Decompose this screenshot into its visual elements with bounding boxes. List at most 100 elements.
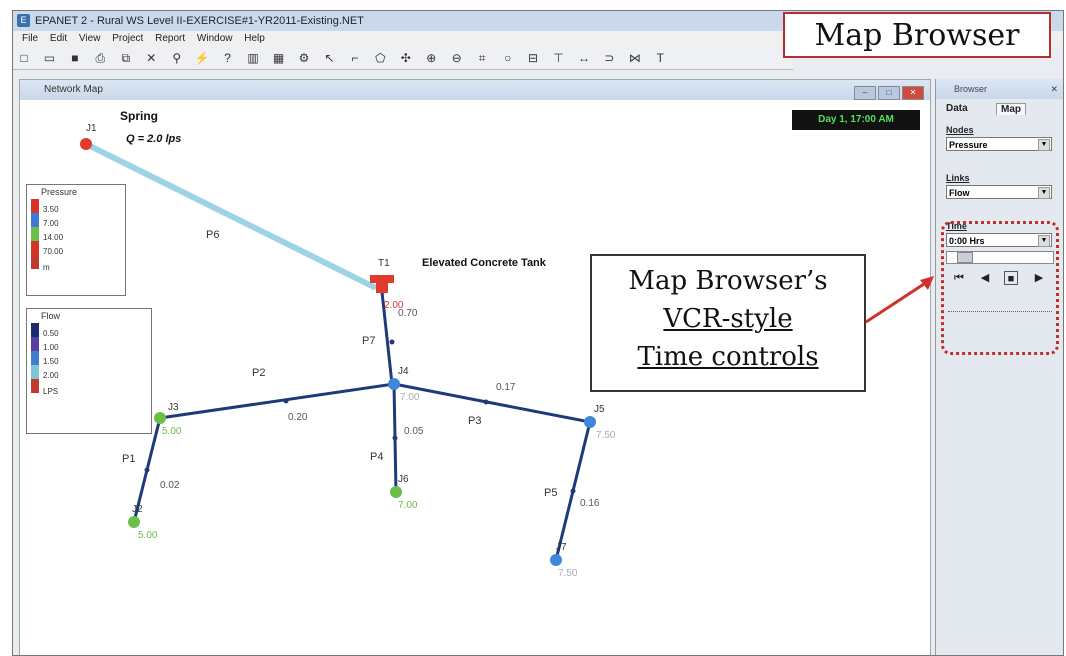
save-icon[interactable]: ■ [67,50,83,66]
node-j1[interactable] [80,138,92,150]
link-value-label: 0.17 [496,382,516,393]
callout-line: VCR-style [663,304,793,334]
pipe-p2[interactable] [159,382,395,420]
legend-value: 70.00 [43,247,64,256]
node-id-label: J3 [168,402,179,413]
graph-icon[interactable]: ▥ [245,50,261,66]
node-j4[interactable] [388,378,400,390]
menu-project[interactable]: Project [112,31,143,47]
table-icon[interactable]: ▦ [271,50,287,66]
legend-value: 0.50 [43,329,59,338]
node-j5[interactable] [584,416,596,428]
link-value-label: 0.16 [580,498,600,509]
chevron-down-icon[interactable]: ▼ [1038,187,1050,199]
print-icon[interactable]: ⎙ [92,50,108,66]
pipe-p6[interactable] [84,141,378,291]
legend-swatch [31,379,39,393]
close-icon[interactable]: ✕ [1050,79,1058,99]
link-value-label: 0.02 [160,480,180,491]
node-id-label: J7 [556,542,567,553]
pressure-legend-title: Pressure [41,187,78,197]
links-select-value: Flow [949,188,970,198]
node-j7[interactable] [550,554,562,566]
node-j6[interactable] [390,486,402,498]
callout-arrow [865,276,934,324]
node-id-label: J2 [132,504,143,515]
flow-arrow-icon [144,467,150,473]
options-icon[interactable]: ⚙ [296,50,312,66]
run-icon[interactable]: ⚡ [194,50,210,66]
find-icon[interactable]: ⚲ [169,50,185,66]
tank-label: Elevated Concrete Tank [422,257,547,269]
valve-icon[interactable]: ⋈ [627,50,643,66]
link-id-label: P6 [206,229,219,241]
nodes-select-value: Pressure [949,140,988,150]
zoom-out-icon[interactable]: ⊖ [449,50,465,66]
browser-titlebar: Browser ✕ [936,79,1063,99]
link-id-label: P2 [252,367,265,379]
pipe-p3[interactable] [393,382,591,424]
node-id-label: J4 [398,366,409,377]
reservoir-icon[interactable]: ⊟ [525,50,541,66]
node-j2[interactable] [128,516,140,528]
pan-icon[interactable]: ✣ [398,50,414,66]
node-id-label: J6 [398,474,409,485]
menu-help[interactable]: Help [244,31,265,47]
legend-swatch [31,351,39,365]
menu-view[interactable]: View [79,31,101,47]
region-icon[interactable]: ⬠ [372,50,388,66]
minimize-icon[interactable]: – [854,86,876,100]
select-icon[interactable]: ↖ [321,50,337,66]
node-value-label: 7.00 [400,392,420,403]
flow-arrow-icon [570,488,576,494]
label-icon[interactable]: T [652,50,668,66]
delete-icon[interactable]: ✕ [143,50,159,66]
legend-swatch [31,323,39,337]
toolbar: □ ▭ ■ ⎙ ⧉ ✕ ⚲ ⚡ ? ▥ ▦ ⚙ ↖ ⌐ ⬠ ✣ ⊕ ⊖ ⌗ ○ … [13,47,793,70]
legend-swatch [31,365,39,379]
node-id-label: T1 [378,258,390,269]
legend-unit: LPS [43,387,59,396]
copy-icon[interactable]: ⧉ [118,50,134,66]
pipe-icon[interactable]: ↔ [576,50,592,66]
menu-window[interactable]: Window [197,31,233,47]
open-icon[interactable]: ▭ [41,50,57,66]
vertex-icon[interactable]: ⌐ [347,50,363,66]
close-icon[interactable]: ✕ [902,86,924,100]
legend-swatch [31,241,39,255]
tank-t1-base [376,283,388,293]
tab-data[interactable]: Data [946,103,968,114]
link-value-label: 0.70 [398,308,418,319]
links-select[interactable]: Flow ▼ [946,185,1052,199]
zoom-in-icon[interactable]: ⊕ [423,50,439,66]
links-label: Links [946,173,970,183]
query-icon[interactable]: ? [220,50,236,66]
nodes-select[interactable]: Pressure ▼ [946,137,1052,151]
node-value-label: 7.50 [558,568,578,579]
new-icon[interactable]: □ [16,50,32,66]
flow-legend[interactable]: Flow 0.50 1.00 1.50 2.00 LPS [26,308,152,434]
pump-icon[interactable]: ⊃ [601,50,617,66]
tab-map[interactable]: Map [996,103,1026,115]
legend-swatch [31,213,39,227]
menu-file[interactable]: File [22,31,38,47]
link-id-label: P1 [122,453,135,465]
tank-t1-icon[interactable] [370,275,394,283]
full-extent-icon[interactable]: ⌗ [474,50,490,66]
tank-icon[interactable]: ⊤ [551,50,567,66]
node-j3[interactable] [154,412,166,424]
spring-label: Spring [120,109,158,123]
menu-edit[interactable]: Edit [50,31,67,47]
link-value-label: 0.20 [288,412,308,423]
spring-flow-label: Q = 2.0 lps [126,133,181,145]
browser-tabs: Data Map [936,99,1063,121]
legend-unit: m [43,263,50,272]
maximize-icon[interactable]: □ [878,86,900,100]
chevron-down-icon[interactable]: ▼ [1038,139,1050,151]
link-id-label: P7 [362,335,375,347]
legend-value: 7.00 [43,219,59,228]
node-value-label: 5.00 [162,426,182,437]
pressure-legend[interactable]: Pressure 3.50 7.00 14.00 70.00 m [26,184,126,296]
junction-icon[interactable]: ○ [500,50,516,66]
menu-report[interactable]: Report [155,31,185,47]
